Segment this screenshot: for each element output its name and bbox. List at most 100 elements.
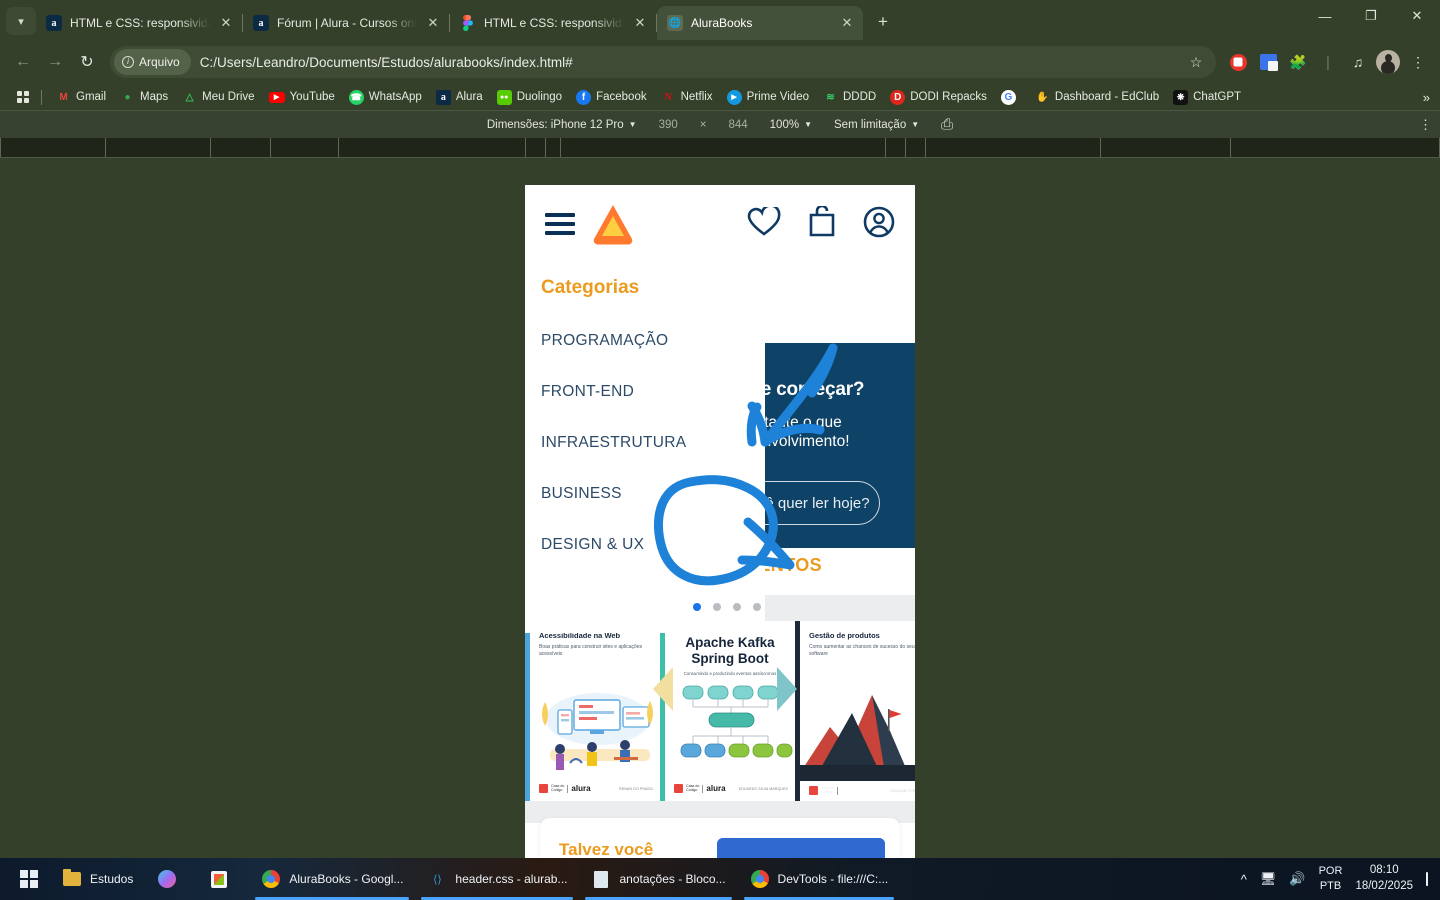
file-scheme-chip[interactable]: i Arquivo <box>114 49 191 75</box>
bookmark-alura[interactable]: a Alura <box>429 88 490 107</box>
taskbar-app-estudos[interactable]: Estudos <box>50 858 145 900</box>
browser-tab-4-active[interactable]: 🌐 AluraBooks ✕ <box>657 6 863 40</box>
language-indicator[interactable]: POR PTB <box>1319 864 1343 894</box>
viewport-width-input[interactable]: 390 <box>648 119 689 131</box>
bookmark-dddd[interactable]: ≋ DDDD <box>816 88 883 107</box>
viewport-height-input[interactable]: 844 <box>717 119 758 131</box>
zoom-dropdown[interactable]: 100% ▼ <box>759 119 823 131</box>
bookmark-duolingo[interactable]: ●● Duolingo <box>490 88 569 107</box>
bookmarks-bar: M Gmail ● Maps △ Meu Drive ▶ YouTube ☎ W… <box>0 84 1440 110</box>
menu-item-business[interactable]: BUSINESS <box>541 485 765 503</box>
throttling-dropdown[interactable]: Sem limitação ▼ <box>823 119 930 131</box>
close-tab-icon[interactable]: ✕ <box>632 15 648 31</box>
url-text[interactable]: C:/Users/Leandro/Documents/Estudos/alura… <box>191 55 1182 70</box>
bookmark-meu-drive[interactable]: △ Meu Drive <box>175 88 261 107</box>
rotate-device-icon[interactable]: ⎙ <box>930 116 964 133</box>
carousel-dot-1[interactable] <box>693 603 701 611</box>
menu-item-front-end[interactable]: FRONT-END <box>541 383 765 401</box>
bookmarks-overflow-chevron[interactable]: » <box>1423 90 1430 105</box>
carousel-next-arrow-icon[interactable] <box>777 667 797 711</box>
bookmark-dodi-repacks[interactable]: D DODI Repacks <box>883 88 994 107</box>
forward-arrow-icon[interactable]: → <box>40 47 70 77</box>
extensions-puzzle-icon[interactable]: 🧩 <box>1284 48 1312 76</box>
clock[interactable]: 08:10 18/02/2025 <box>1355 863 1413 894</box>
carousel-dot-2[interactable] <box>713 603 721 611</box>
bookmark-maps[interactable]: ● Maps <box>113 88 175 107</box>
taskbar-app-vscode[interactable]: ⟨⟩ header.css - alurab... <box>415 858 579 900</box>
menu-title: Categorias <box>541 277 640 298</box>
whatsapp-icon: ☎ <box>348 89 364 105</box>
tab-search-chevron-icon[interactable]: ▾ <box>6 7 36 35</box>
tab-title: AluraBooks <box>691 16 753 30</box>
reload-icon[interactable]: ↻ <box>72 47 102 77</box>
carousel-dot-4[interactable] <box>753 603 761 611</box>
interest-card[interactable]: Talvez você também se interesse por... A… <box>540 818 900 858</box>
toolbar-divider: | <box>1326 53 1330 71</box>
adblock-icon[interactable] <box>1224 48 1252 76</box>
menu-item-design-ux[interactable]: DESIGN & UX <box>541 536 765 554</box>
throttling-label: Sem limitação <box>834 118 907 131</box>
bookmark-facebook[interactable]: f Facebook <box>569 88 654 107</box>
bookmark-netflix[interactable]: N Netflix <box>654 88 720 107</box>
media-list-icon[interactable]: ♫ <box>1344 48 1372 76</box>
book-card-3[interactable]: Gestão de produtos Como aumentar as chan… <box>795 621 915 801</box>
taskbar-app-alurabooks-chrome[interactable]: AluraBooks - Googl... <box>249 858 415 900</box>
close-tab-icon[interactable]: ✕ <box>839 15 855 31</box>
bookmark-prime-video[interactable]: ▶ Prime Video <box>720 88 816 107</box>
menu-item-infraestrutura[interactable]: INFRAESTRUTURA <box>541 434 765 452</box>
apps-shortcut-icon[interactable] <box>12 89 34 105</box>
volume-icon[interactable]: 🔊 <box>1289 871 1305 887</box>
bookmark-star-icon[interactable]: ☆ <box>1182 48 1210 76</box>
close-tab-icon[interactable]: ✕ <box>218 15 234 31</box>
back-arrow-icon[interactable]: ← <box>8 47 38 77</box>
carousel-dot-3[interactable] <box>733 603 741 611</box>
bookmark-chatgpt[interactable]: ❋ ChatGPT <box>1166 88 1248 107</box>
device-toolbar-kebab-icon[interactable]: ⋮ <box>1419 117 1432 133</box>
user-account-icon[interactable] <box>863 206 895 243</box>
dddd-icon: ≋ <box>826 91 835 103</box>
minimize-button[interactable]: — <box>1302 0 1348 32</box>
menu-item-programacao[interactable]: PROGRAMAÇÃO <box>541 332 765 350</box>
chrome-menu-icon[interactable]: ⋮ <box>1404 48 1432 76</box>
bookmark-label: Prime Video <box>746 91 809 103</box>
address-bar[interactable]: i Arquivo C:/Users/Leandro/Documents/Est… <box>110 46 1216 78</box>
taskbar-app-notepad[interactable]: anotações - Bloco... <box>579 858 737 900</box>
browser-tab-2[interactable]: a Fórum | Alura - Cursos online d ✕ <box>243 6 449 40</box>
bookmark-google[interactable]: G <box>994 88 1028 107</box>
carousel-prev-arrow-icon[interactable] <box>653 667 673 711</box>
close-tab-icon[interactable]: ✕ <box>425 15 441 31</box>
bookmark-youtube[interactable]: ▶ YouTube <box>262 89 342 105</box>
bookmark-dashboard-edclub[interactable]: ✋ Dashboard - EdClub <box>1028 88 1166 107</box>
device-preset-dropdown[interactable]: Dimensões: iPhone 12 Pro ▼ <box>476 119 648 131</box>
shopping-bag-icon[interactable] <box>808 204 836 242</box>
hamburger-menu-icon[interactable] <box>545 213 575 235</box>
book-author: JOAQUIM TORRES <box>889 788 915 793</box>
drive-icon: △ <box>185 91 194 103</box>
alura-logo[interactable] <box>591 203 635 245</box>
book-card-1[interactable]: Acessibilidade na Web Boas práticas para… <box>525 621 660 801</box>
bookmark-label: DODI Repacks <box>910 91 987 103</box>
copilot-icon <box>157 869 177 889</box>
bookmark-gmail[interactable]: M Gmail <box>49 88 113 107</box>
book-card-2[interactable]: Apache Kafka Spring Boot Consumindo e pr… <box>660 621 795 801</box>
bookmark-whatsapp[interactable]: ☎ WhatsApp <box>342 88 429 107</box>
heart-icon[interactable] <box>747 203 781 242</box>
maximize-button[interactable]: ❐ <box>1348 0 1394 32</box>
zoom-level-label: 100% <box>769 118 800 131</box>
network-icon[interactable]: 🖥 <box>1260 871 1277 887</box>
tray-chevron-icon[interactable]: ^ <box>1241 872 1247 887</box>
taskbar-app-store[interactable] <box>197 858 249 900</box>
clock-time: 08:10 <box>1369 864 1399 877</box>
new-tab-button[interactable]: + <box>869 8 897 36</box>
taskbar-app-copilot[interactable] <box>145 858 197 900</box>
taskbar-app-devtools-chrome[interactable]: DevTools - file:///C:... <box>738 858 901 900</box>
windows-start-icon[interactable] <box>8 858 50 900</box>
google-translate-icon[interactable] <box>1254 48 1282 76</box>
dodi-icon: D <box>890 89 906 105</box>
close-window-button[interactable]: ✕ <box>1394 0 1440 32</box>
bookmark-label: ChatGPT <box>1193 91 1242 103</box>
browser-tab-1[interactable]: a HTML e CSS: responsividade co ✕ <box>36 6 242 40</box>
notification-icon[interactable] <box>1426 872 1428 886</box>
profile-avatar[interactable] <box>1374 48 1402 76</box>
browser-tab-3[interactable]: HTML e CSS: responsividade co ✕ <box>450 6 656 40</box>
